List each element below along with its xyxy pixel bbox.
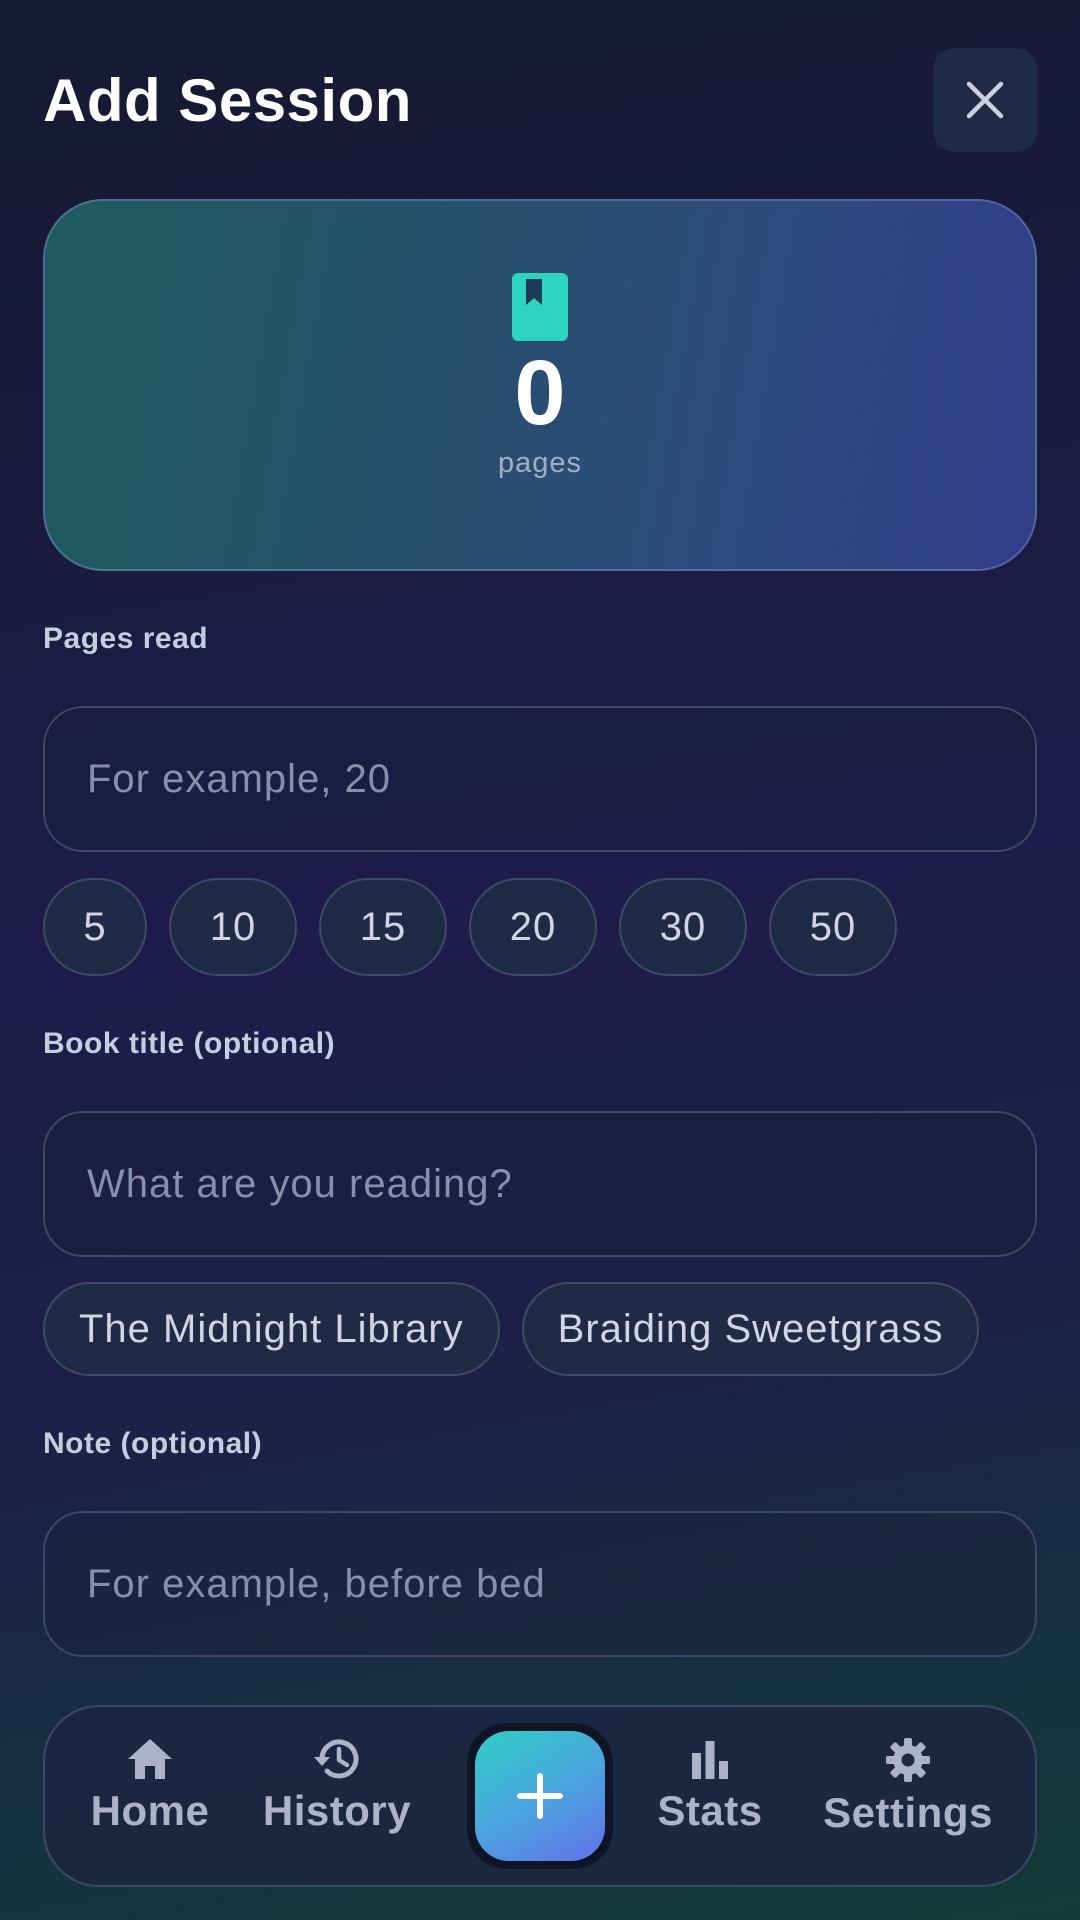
pages-count: 0: [514, 342, 566, 444]
quick-pages-chip-15[interactable]: 15: [319, 878, 447, 976]
stats-icon: [692, 1741, 728, 1779]
plus-icon: [517, 1773, 563, 1819]
header: Add Session: [43, 48, 1037, 152]
nav-item-settings[interactable]: Settings: [823, 1737, 993, 1837]
quick-pages-chips: 5 10 15 20 30 50: [43, 878, 897, 976]
pages-read-placeholder: For example, 20: [87, 756, 392, 801]
nav-label-stats: Stats: [657, 1787, 763, 1834]
quick-pages-chip-5[interactable]: 5: [43, 878, 147, 976]
page-title: Add Session: [43, 67, 412, 134]
pages-read-input[interactable]: For example, 20: [43, 706, 1037, 852]
book-title-placeholder: What are you reading?: [87, 1161, 513, 1206]
quick-pages-chip-50[interactable]: 50: [769, 878, 897, 976]
quick-pages-chip-20[interactable]: 20: [469, 878, 597, 976]
settings-icon: [886, 1738, 930, 1782]
note-placeholder: For example, before bed: [87, 1561, 546, 1606]
book-title-label: Book title (optional): [43, 1027, 336, 1060]
book-suggestion-chips: The Midnight Library Braiding Sweetgrass: [43, 1282, 980, 1376]
pages-unit: pages: [497, 447, 582, 479]
note-label: Note (optional): [43, 1427, 263, 1460]
book-suggestion-chip[interactable]: Braiding Sweetgrass: [521, 1282, 980, 1376]
nav-label-history: History: [262, 1787, 412, 1834]
nav-item-stats[interactable]: Stats: [655, 1737, 765, 1835]
home-icon: [128, 1739, 172, 1779]
add-session-fab[interactable]: [467, 1723, 613, 1869]
nav-item-history[interactable]: History: [262, 1737, 412, 1835]
quick-pages-chip-30[interactable]: 30: [619, 878, 747, 976]
note-input[interactable]: For example, before bed: [43, 1511, 1037, 1657]
book-suggestion-chip[interactable]: The Midnight Library: [43, 1282, 500, 1376]
nav-label-settings: Settings: [823, 1789, 993, 1836]
pages-read-label: Pages read: [43, 622, 209, 655]
book-icon: [512, 273, 568, 341]
nav-label-home: Home: [90, 1787, 210, 1834]
pages-summary-card: 0 pages: [43, 199, 1037, 571]
close-icon: [966, 81, 1004, 119]
history-icon: [314, 1739, 359, 1779]
nav-item-home[interactable]: Home: [85, 1737, 215, 1835]
book-title-input[interactable]: What are you reading?: [43, 1111, 1037, 1257]
bottom-nav: Home History Stats Settings: [43, 1705, 1037, 1887]
close-button[interactable]: [933, 48, 1037, 152]
quick-pages-chip-10[interactable]: 10: [169, 878, 297, 976]
